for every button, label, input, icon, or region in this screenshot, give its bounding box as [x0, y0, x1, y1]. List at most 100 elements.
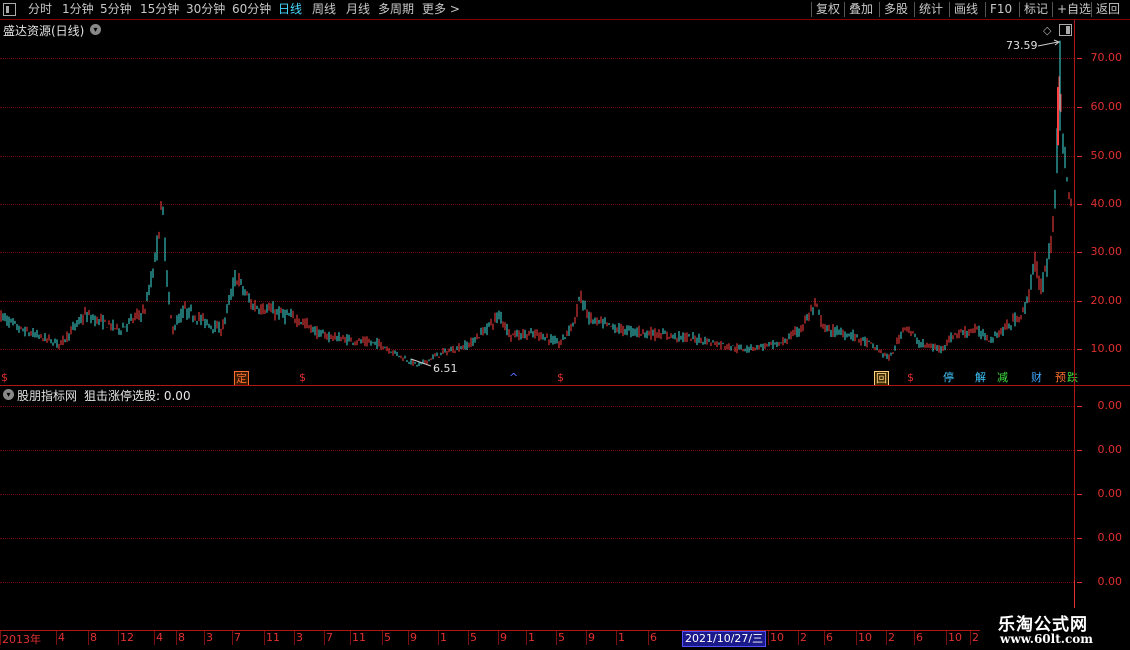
x-tick-label: 10 — [948, 631, 962, 644]
toolbar-separator — [1052, 2, 1053, 17]
x-tick-label: 11 — [352, 631, 366, 644]
x-tick-label: 5 — [470, 631, 477, 644]
event-marker[interactable]: 定 — [234, 371, 249, 386]
x-tick-mark — [56, 631, 57, 645]
x-tick-mark — [648, 631, 649, 645]
tool-button-5[interactable]: F10 — [990, 0, 1012, 19]
low-arrow-icon — [410, 358, 432, 367]
x-tick-mark — [176, 631, 177, 645]
x-tick-label: 9 — [410, 631, 417, 644]
x-tick-mark — [526, 631, 527, 645]
tab-0[interactable]: 分时 — [28, 0, 52, 19]
x-tick-mark — [294, 631, 295, 645]
x-tick-mark — [204, 631, 205, 645]
x-tick-label: 2013年 — [2, 633, 41, 646]
x-tick-label: 2 — [972, 631, 979, 644]
x-tick-mark — [88, 631, 89, 645]
x-tick-mark — [118, 631, 119, 645]
x-tick-mark — [914, 631, 915, 645]
high-price-label: 73.59 — [1006, 39, 1038, 52]
y-tick-label: 30.00 — [1090, 245, 1123, 258]
event-marker[interactable]: $ — [0, 371, 9, 384]
chevron-down-icon[interactable]: ▾ — [3, 389, 14, 400]
x-tick-label: 3 — [296, 631, 303, 644]
event-marker[interactable]: $ — [298, 371, 307, 384]
x-tick-mark — [0, 631, 1, 645]
tool-button-0[interactable]: 复权 — [816, 0, 840, 19]
x-tick-label: 7 — [234, 631, 241, 644]
event-marker[interactable]: $ — [906, 371, 915, 384]
tool-button-7[interactable]: +自选 — [1057, 0, 1091, 19]
x-tick-label: 1 — [528, 631, 535, 644]
y-tick-label: 0.00 — [1097, 531, 1123, 544]
x-tick-mark — [616, 631, 617, 645]
x-tick-label: 10 — [770, 631, 784, 644]
event-marker[interactable]: ^ — [508, 371, 519, 384]
x-tick-label: 11 — [266, 631, 280, 644]
tab-2[interactable]: 5分钟 — [100, 0, 132, 19]
y-tick-label: 0.00 — [1097, 443, 1123, 456]
tab-9[interactable]: 多周期 — [378, 0, 414, 19]
tool-button-3[interactable]: 统计 — [919, 0, 943, 19]
indicator-value: 狙击涨停选股: 0.00 — [84, 389, 191, 403]
x-tick-mark — [856, 631, 857, 645]
x-tick-mark — [768, 631, 769, 645]
toolbar-separator — [811, 2, 812, 17]
tab-8[interactable]: 月线 — [346, 0, 370, 19]
tab-1[interactable]: 1分钟 — [62, 0, 94, 19]
toolbar-separator — [985, 2, 986, 17]
x-tick-mark — [498, 631, 499, 645]
tab-5[interactable]: 60分钟 — [232, 0, 271, 19]
event-marker[interactable]: 回 — [874, 371, 889, 386]
x-tick-mark — [232, 631, 233, 645]
y-tick-label: 10.00 — [1090, 342, 1123, 355]
x-tick-label: 5 — [558, 631, 565, 644]
candlestick-chart[interactable] — [0, 20, 1074, 380]
y-tick-label: 0.00 — [1097, 487, 1123, 500]
event-marker[interactable]: 解 — [974, 371, 987, 384]
tool-button-4[interactable]: 画线 — [954, 0, 978, 19]
indicator-title: 股朋指标网 — [17, 389, 78, 403]
x-tick-mark — [438, 631, 439, 645]
tab-4[interactable]: 30分钟 — [186, 0, 225, 19]
event-marker[interactable]: 减 — [996, 371, 1009, 384]
x-tick-label: 2 — [800, 631, 807, 644]
x-tick-mark — [154, 631, 155, 645]
x-tick-label: 2 — [888, 631, 895, 644]
watermark: 乐淘公式网 www.60lt.com — [980, 608, 1130, 650]
grid-line — [0, 538, 1074, 539]
x-tick-label: 9 — [588, 631, 595, 644]
tool-button-8[interactable]: 返回 — [1096, 0, 1120, 19]
x-tick-mark — [264, 631, 265, 645]
toolbar-separator — [1019, 2, 1020, 17]
x-tick-mark — [586, 631, 587, 645]
tab-7[interactable]: 周线 — [312, 0, 336, 19]
x-tick-label: 5 — [384, 631, 391, 644]
menu-icon[interactable] — [3, 3, 16, 16]
tab-3[interactable]: 15分钟 — [140, 0, 179, 19]
grid-line — [0, 406, 1074, 407]
indicator-panel[interactable]: ▾ 股朋指标网 狙击涨停选股: 0.00 — [0, 386, 1130, 630]
x-tick-mark — [382, 631, 383, 645]
y-tick-label: 0.00 — [1097, 575, 1123, 588]
x-tick-mark — [468, 631, 469, 645]
x-tick-label: 3 — [206, 631, 213, 644]
tab-6[interactable]: 日线 — [278, 0, 302, 19]
grid-line — [0, 494, 1074, 495]
event-marker[interactable]: 停 — [942, 371, 955, 384]
x-tick-mark — [556, 631, 557, 645]
x-tick-mark — [408, 631, 409, 645]
event-marker[interactable]: 跌 — [1066, 371, 1079, 384]
x-tick-mark — [946, 631, 947, 645]
event-marker[interactable]: $ — [556, 371, 565, 384]
x-tick-label: 1 — [618, 631, 625, 644]
y-tick-label: 70.00 — [1090, 51, 1123, 64]
tool-button-2[interactable]: 多股 — [884, 0, 908, 19]
watermark-url: www.60lt.com — [1000, 632, 1093, 646]
toolbar-separator — [844, 2, 845, 17]
tool-button-1[interactable]: 叠加 — [849, 0, 873, 19]
event-marker[interactable]: 财 — [1030, 371, 1043, 384]
tab-10[interactable]: 更多 > — [422, 0, 460, 19]
tool-button-6[interactable]: 标记 — [1024, 0, 1048, 19]
x-tick-label: 1 — [440, 631, 447, 644]
